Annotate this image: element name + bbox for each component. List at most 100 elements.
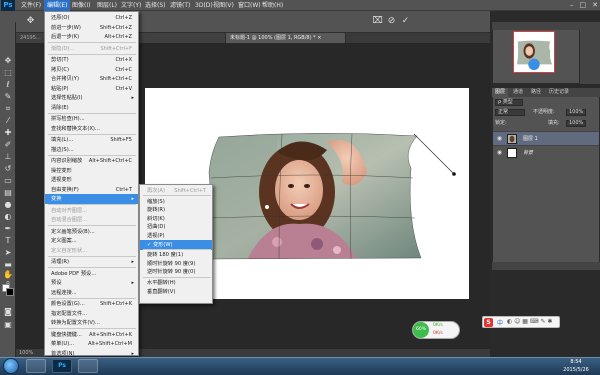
commit-transform-icon[interactable]: ✓ bbox=[400, 16, 411, 27]
eye-icon[interactable]: ◉ bbox=[496, 135, 503, 142]
taskbar-app-photoshop[interactable]: Ps bbox=[52, 359, 72, 373]
edit-menu-item[interactable]: 转换为配置文件(V)... bbox=[45, 318, 138, 328]
type-tool-icon[interactable]: T bbox=[3, 236, 13, 246]
edit-menu-item[interactable]: 拼写检查(H)... bbox=[45, 114, 138, 124]
doc-tab[interactable]: 24195... bbox=[16, 33, 46, 43]
ime-toolbar[interactable]: 中 ◐ ☺ ▦ ⌨ ✎ ✱ bbox=[482, 316, 560, 328]
eyedropper-tool-icon[interactable]: ⁄ bbox=[3, 116, 13, 126]
screen-mode-icon[interactable]: ▣ bbox=[3, 320, 13, 330]
layer-row-background[interactable]: ◉ 背景 bbox=[493, 145, 599, 159]
quick-select-tool-icon[interactable]: ✎ bbox=[3, 92, 13, 102]
menu-5[interactable]: 选择(S) bbox=[142, 0, 169, 11]
blur-tool-icon[interactable]: ● bbox=[3, 200, 13, 210]
edit-menu-item[interactable]: 操控变形 bbox=[45, 166, 138, 176]
quick-mask-icon[interactable]: ◙ bbox=[3, 307, 13, 317]
eraser-tool-icon[interactable]: ▭ bbox=[3, 176, 13, 186]
edit-menu-item[interactable]: 定义自定形状... bbox=[45, 246, 138, 256]
marquee-tool-icon[interactable]: ⬚ bbox=[3, 68, 13, 78]
transform-tool-icon[interactable]: ✥ bbox=[25, 16, 36, 27]
edit-menu-item[interactable]: 填充(L)... Shift+F5 bbox=[45, 135, 138, 145]
warp-handle-line[interactable] bbox=[400, 128, 470, 188]
menu-2[interactable]: 图像(I) bbox=[69, 0, 93, 11]
clone-stamp-tool-icon[interactable]: ⊥ bbox=[3, 152, 13, 162]
menu-3[interactable]: 图层(L) bbox=[94, 0, 120, 11]
edit-menu-item[interactable]: 内容识别缩放 Alt+Shift+Ctrl+C bbox=[45, 156, 138, 166]
history-brush-tool-icon[interactable]: ↺ bbox=[3, 164, 13, 174]
doc-tab-active[interactable]: 未标题-1 @ 100% (图层 1, RGB/8) * × bbox=[226, 33, 346, 43]
taskbar-app-explorer[interactable] bbox=[78, 359, 98, 373]
edit-menu-item[interactable]: 透视变形 bbox=[45, 175, 138, 185]
system-clock[interactable]: 8:54 2015/5/26 bbox=[556, 358, 596, 374]
close-icon[interactable]: ✕ bbox=[592, 0, 598, 11]
background-color-swatch[interactable] bbox=[6, 288, 14, 296]
transform-menu-item[interactable]: 垂直翻转(V) bbox=[140, 287, 212, 297]
edit-menu-item[interactable]: 粘贴(P) Ctrl+V bbox=[45, 84, 138, 94]
menu-item-label: 预设 bbox=[51, 280, 62, 286]
edit-menu-item[interactable]: 清除(E) bbox=[45, 103, 138, 113]
edit-menu-item[interactable]: 渐隐(D)... Shift+Ctrl+F bbox=[45, 44, 138, 54]
layer-row-layer1[interactable]: ◉ 图层 1 bbox=[493, 131, 599, 145]
tab-history[interactable]: 历史记录 bbox=[546, 88, 572, 97]
warp-mode-icon[interactable]: ⌧ bbox=[372, 16, 383, 27]
menu-item-label: 斜切(K) bbox=[147, 215, 165, 222]
menu-0[interactable]: 文件(F) bbox=[18, 0, 44, 11]
healing-tool-icon[interactable]: ✚ bbox=[3, 128, 13, 138]
shape-tool-icon[interactable]: ▬ bbox=[3, 260, 13, 270]
panel-dock-icons[interactable] bbox=[580, 22, 600, 84]
edit-menu-item[interactable]: 变换 ▸ bbox=[45, 194, 138, 204]
navigator-thumbnail[interactable] bbox=[513, 31, 555, 73]
start-button[interactable] bbox=[3, 358, 19, 374]
menu-10[interactable]: 帮助(H) bbox=[259, 0, 286, 11]
blend-mode-select[interactable]: 正常 bbox=[495, 109, 525, 116]
edit-menu-item[interactable]: 合并拷贝(Y) Shift+Ctrl+C bbox=[45, 74, 138, 84]
menu-6[interactable]: 滤镜(T) bbox=[167, 0, 193, 11]
edit-menu-item[interactable]: 描边(S)... bbox=[45, 145, 138, 155]
edit-menu-item[interactable]: 还原(O) Ctrl+Z bbox=[45, 13, 138, 23]
opacity-field[interactable]: 100% bbox=[566, 109, 586, 116]
maximize-icon[interactable]: □ bbox=[580, 0, 587, 11]
layer-kind-filter[interactable]: ρ 类型 bbox=[495, 99, 523, 106]
tab-paths[interactable]: 路径 bbox=[528, 88, 544, 97]
edit-menu-item[interactable]: 菜单(U)... Alt+Shift+Ctrl+M bbox=[45, 339, 138, 349]
edit-menu-item[interactable]: 键盘快捷键... Alt+Shift+Ctrl+K bbox=[45, 330, 138, 340]
edit-menu-item[interactable]: 拷贝(C) Ctrl+C bbox=[45, 65, 138, 75]
edit-menu-item[interactable]: 预设 ▸ bbox=[45, 278, 138, 288]
tab-layers[interactable]: 图层 bbox=[492, 88, 509, 97]
edit-menu-item[interactable]: 指定配置文件... bbox=[45, 309, 138, 319]
edit-menu-item[interactable]: 颜色设置(G)... Shift+Ctrl+K bbox=[45, 299, 138, 309]
brush-tool-icon[interactable]: ✐ bbox=[3, 140, 13, 150]
move-tool-icon[interactable]: ✥ bbox=[3, 56, 13, 66]
edit-menu-item[interactable]: 清理(R) ▸ bbox=[45, 257, 138, 267]
edit-menu-item[interactable]: 定义画笔预设(B)... bbox=[45, 227, 138, 237]
menu-8[interactable]: 视图(V) bbox=[210, 0, 237, 11]
edit-menu-item[interactable]: 远程连接... bbox=[45, 288, 138, 298]
gradient-tool-icon[interactable]: ▤ bbox=[3, 188, 13, 198]
edit-menu-item[interactable]: 查找和替换文本(X)... bbox=[45, 124, 138, 134]
menu-4[interactable]: 文字(Y) bbox=[118, 0, 144, 11]
edit-menu-item[interactable]: 自动混合图层... bbox=[45, 215, 138, 225]
fill-field[interactable]: 100% bbox=[566, 120, 586, 127]
ime-punct-icon[interactable]: ◐ ☺ ▦ ⌨ ✎ ✱ bbox=[507, 318, 552, 325]
eye-icon[interactable]: ◉ bbox=[496, 149, 503, 156]
edit-menu-item[interactable]: 前进一步(W) Shift+Ctrl+Z bbox=[45, 23, 138, 33]
ime-mode-label[interactable]: 中 bbox=[497, 318, 503, 327]
taskbar-app-ie[interactable] bbox=[26, 359, 46, 373]
edit-menu-item[interactable]: 剪切(T) Ctrl+X bbox=[45, 55, 138, 65]
edit-menu-item[interactable]: 后退一步(K) Alt+Ctrl+Z bbox=[45, 32, 138, 42]
menu-item-label: 后退一步(K) bbox=[51, 34, 80, 40]
crop-tool-icon[interactable]: ⌗ bbox=[3, 104, 13, 114]
minimize-icon[interactable]: – bbox=[570, 0, 574, 11]
warped-photo-layer[interactable] bbox=[207, 132, 425, 260]
edit-menu-item[interactable]: 定义图案... bbox=[45, 236, 138, 246]
tab-channels[interactable]: 通道 bbox=[510, 88, 526, 97]
edit-menu-item[interactable]: 自动对齐图层... bbox=[45, 206, 138, 216]
pen-tool-icon[interactable]: ✒ bbox=[3, 224, 13, 234]
menu-1[interactable]: 编辑(E) bbox=[44, 0, 71, 11]
path-select-tool-icon[interactable]: ➤ bbox=[3, 248, 13, 258]
edit-menu-item[interactable]: 自由变换(F) Ctrl+T bbox=[45, 185, 138, 195]
lasso-tool-icon[interactable]: ℓ bbox=[3, 80, 13, 90]
dodge-tool-icon[interactable]: ◐ bbox=[3, 212, 13, 222]
edit-menu-item[interactable]: 选择性粘贴(I) ▸ bbox=[45, 93, 138, 103]
edit-menu-item[interactable]: Adobe PDF 预设... bbox=[45, 269, 138, 279]
cancel-transform-icon[interactable]: ⊘ bbox=[386, 16, 397, 27]
